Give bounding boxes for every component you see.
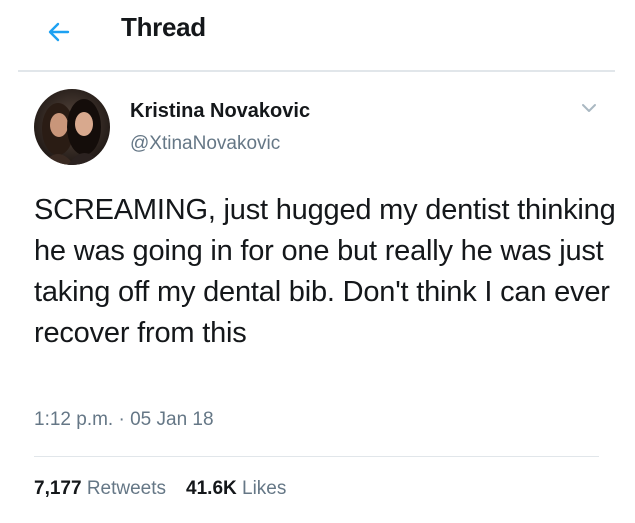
avatar[interactable] (34, 89, 110, 165)
retweets-count: 7,177 (34, 478, 82, 499)
retweets-label: Retweets (86, 478, 167, 499)
tweet-stats: 7,177 Retweets 41.6K Likes (34, 478, 286, 500)
arrow-left-icon (48, 22, 70, 42)
likes-stat[interactable]: 41.6K Likes (186, 478, 286, 499)
tweet-text: SCREAMING, just hugged my dentist thinki… (34, 194, 616, 349)
likes-label: Likes (242, 478, 287, 499)
author-handle[interactable]: @XtinaNovakovic (130, 133, 280, 155)
thread-header: Thread (0, 0, 635, 70)
chevron-down-icon (582, 104, 596, 112)
retweets-stat[interactable]: 7,177 Retweets (34, 478, 166, 499)
tweet-menu-button[interactable] (578, 100, 600, 116)
tweet-timestamp[interactable]: 1:12 p.m. · 05 Jan 18 (34, 409, 214, 431)
likes-count: 41.6K (186, 478, 237, 499)
profile-photo (34, 89, 110, 165)
page-title: Thread (121, 12, 206, 42)
stats-divider (34, 456, 599, 457)
header-divider (18, 70, 615, 72)
back-button[interactable] (44, 17, 74, 47)
author-name[interactable]: Kristina Novakovic (130, 100, 310, 123)
